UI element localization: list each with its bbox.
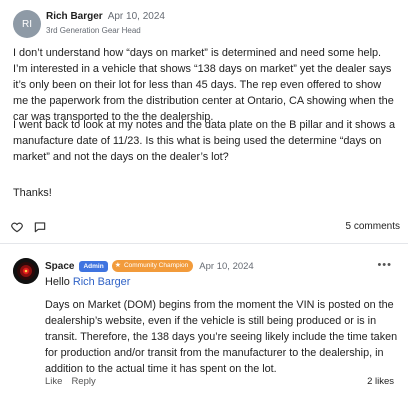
hal-eye-icon	[13, 258, 39, 284]
reply-date: Apr 10, 2024	[199, 260, 254, 272]
user-mention[interactable]: Rich Barger	[73, 276, 131, 288]
comment-icon[interactable]	[33, 220, 47, 234]
author-name[interactable]: Space	[45, 261, 74, 272]
reply-actions: Like Reply	[45, 376, 105, 387]
post-paragraph: I went back to look at my notes and the …	[13, 119, 396, 163]
reply-greeting: Hello Rich Barger	[45, 276, 130, 288]
post-paragraph: I don’t understand how “days on market” …	[13, 47, 394, 123]
community-champion-badge: ★ Community Champion	[111, 260, 194, 272]
heart-icon[interactable]	[10, 220, 24, 234]
comments-count[interactable]: 5 comments	[346, 221, 400, 232]
reply-button[interactable]: Reply	[71, 376, 95, 387]
greeting-text: Hello	[45, 276, 73, 288]
like-button[interactable]: Like	[45, 376, 62, 387]
divider	[0, 243, 408, 244]
avatar[interactable]: RI	[13, 10, 41, 38]
avatar-initials: RI	[22, 18, 32, 30]
post-actions: 5 comments	[0, 218, 408, 236]
star-icon: ★	[114, 262, 121, 269]
post-author-line: Rich Barger Apr 10, 2024	[46, 11, 165, 22]
reply-author-line: Space Admin ★ Community Champion Apr 10, …	[45, 259, 254, 273]
likes-count[interactable]: 2 likes	[367, 376, 394, 387]
author-name[interactable]: Rich Barger	[46, 11, 103, 22]
admin-badge: Admin	[79, 260, 108, 272]
post-paragraph: Thanks!	[13, 187, 52, 199]
avatar[interactable]	[13, 258, 39, 284]
more-options-icon[interactable]: •••	[377, 259, 392, 271]
champion-badge-label: Community Champion	[123, 262, 189, 269]
reply-paragraph: Days on Market (DOM) begins from the mom…	[45, 299, 398, 375]
post-date: Apr 10, 2024	[107, 11, 165, 22]
author-role: 3rd Generation Gear Head	[46, 26, 141, 35]
